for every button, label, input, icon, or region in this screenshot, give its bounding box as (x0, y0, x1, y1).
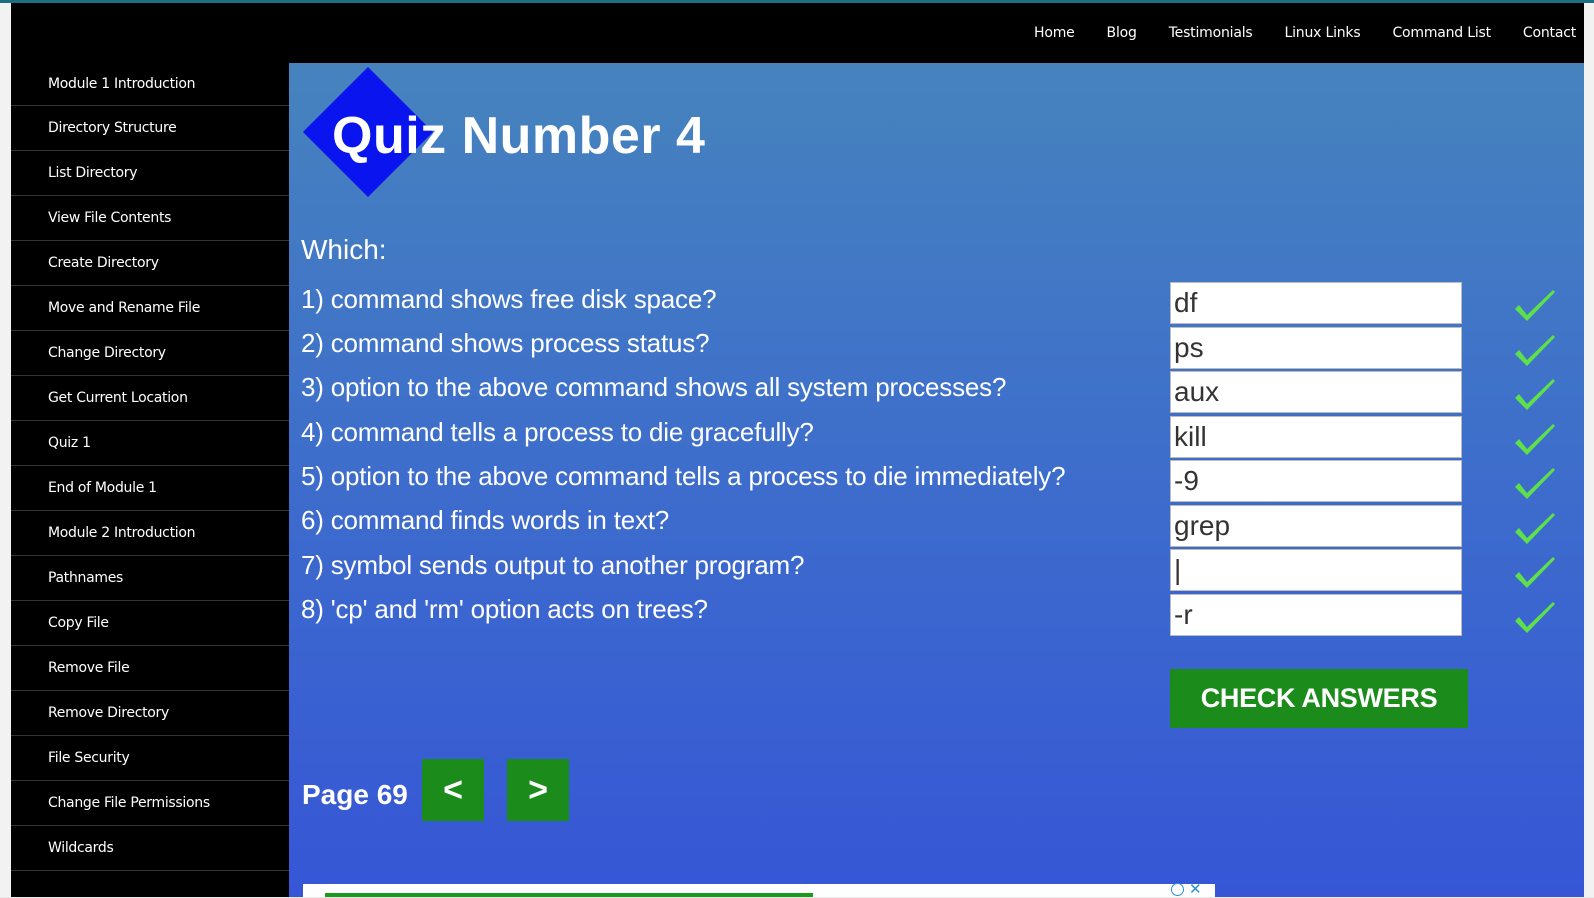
checkmark-icon (1515, 379, 1555, 410)
right-gutter (1584, 3, 1594, 897)
top-nav: Home Blog Testimonials Linux Links Comma… (1002, 25, 1576, 41)
sidebar-item-remove-directory[interactable]: Remove Directory (11, 691, 289, 736)
next-page-button[interactable]: > (507, 759, 569, 821)
question-4: 4) command tells a process to die gracef… (301, 417, 814, 447)
answer-input-4[interactable]: kill (1170, 416, 1462, 458)
question-1: 1) command shows free disk space? (301, 284, 717, 314)
ad-banner[interactable]: ✕ (303, 881, 1215, 898)
nav-contact-link[interactable]: Contact (1523, 25, 1576, 41)
sidebar-item-copy-file[interactable]: Copy File (11, 601, 289, 646)
check-answers-button[interactable]: CHECK ANSWERS (1170, 669, 1468, 728)
sidebar-item-remove-file[interactable]: Remove File (11, 646, 289, 691)
sidebar-item-list-directory[interactable]: List Directory (11, 151, 289, 196)
sidebar-item-pathnames[interactable]: Pathnames (11, 556, 289, 601)
close-icon[interactable]: ✕ (1189, 880, 1202, 898)
question-7: 7) symbol sends output to another progra… (301, 550, 805, 580)
nav-testimonials-link[interactable]: Testimonials (1169, 25, 1253, 41)
question-5: 5) option to the above command tells a p… (301, 461, 1066, 491)
question-2: 2) command shows process status? (301, 328, 710, 358)
sidebar-item-end-of-module-1[interactable]: End of Module 1 (11, 466, 289, 511)
sidebar-item-move-and-rename-file[interactable]: Move and Rename File (11, 286, 289, 331)
top-navigation-bar: Home Blog Testimonials Linux Links Comma… (11, 3, 1584, 63)
sidebar-item-wildcards[interactable]: Wildcards (11, 826, 289, 871)
ad-bar (325, 893, 813, 897)
nav-linux-links-link[interactable]: Linux Links (1285, 25, 1361, 41)
sidebar-item-directory-structure[interactable]: Directory Structure (11, 106, 289, 151)
page-title: Quiz Number 4 (332, 107, 706, 165)
checkmark-icon (1515, 424, 1555, 455)
answer-input-1[interactable]: df (1170, 282, 1462, 324)
sidebar-item-module-2-introduction[interactable]: Module 2 Introduction (11, 511, 289, 556)
checkmark-icon (1515, 468, 1555, 499)
checkmark-icon (1515, 290, 1555, 321)
answer-input-8[interactable]: -r (1170, 594, 1462, 636)
answer-input-3[interactable]: aux (1170, 371, 1462, 413)
quiz-prompt: Which: (301, 234, 387, 265)
prev-page-button[interactable]: < (422, 759, 484, 821)
sidebar-item-get-current-location[interactable]: Get Current Location (11, 376, 289, 421)
nav-blog-link[interactable]: Blog (1107, 25, 1137, 41)
sidebar: Module 1 Introduction Directory Structur… (11, 63, 289, 897)
question-3: 3) option to the above command shows all… (301, 372, 1007, 402)
answer-input-7[interactable]: | (1170, 549, 1462, 591)
answer-input-6[interactable]: grep (1170, 505, 1462, 547)
sidebar-item-create-directory[interactable]: Create Directory (11, 241, 289, 286)
sidebar-item-view-file-contents[interactable]: View File Contents (11, 196, 289, 241)
left-gutter (0, 3, 11, 897)
nav-home-link[interactable]: Home (1034, 25, 1075, 41)
checkmark-icon (1515, 557, 1555, 588)
sidebar-item-module-1-introduction[interactable]: Module 1 Introduction (11, 63, 289, 106)
sidebar-item-change-file-permissions[interactable]: Change File Permissions (11, 781, 289, 826)
question-8: 8) 'cp' and 'rm' option acts on trees? (301, 594, 708, 624)
checkmark-icon (1515, 513, 1555, 544)
nav-command-list-link[interactable]: Command List (1392, 25, 1491, 41)
answer-input-5[interactable]: -9 (1170, 460, 1462, 502)
page-number: Page 69 (302, 779, 408, 810)
sidebar-item-change-directory[interactable]: Change Directory (11, 331, 289, 376)
question-6: 6) command finds words in text? (301, 505, 670, 535)
sidebar-item-quiz-1[interactable]: Quiz 1 (11, 421, 289, 466)
checkmark-icon (1515, 602, 1555, 633)
info-icon[interactable] (1171, 883, 1184, 896)
sidebar-item-file-security[interactable]: File Security (11, 736, 289, 781)
checkmark-icon (1515, 335, 1555, 366)
answer-input-2[interactable]: ps (1170, 327, 1462, 369)
